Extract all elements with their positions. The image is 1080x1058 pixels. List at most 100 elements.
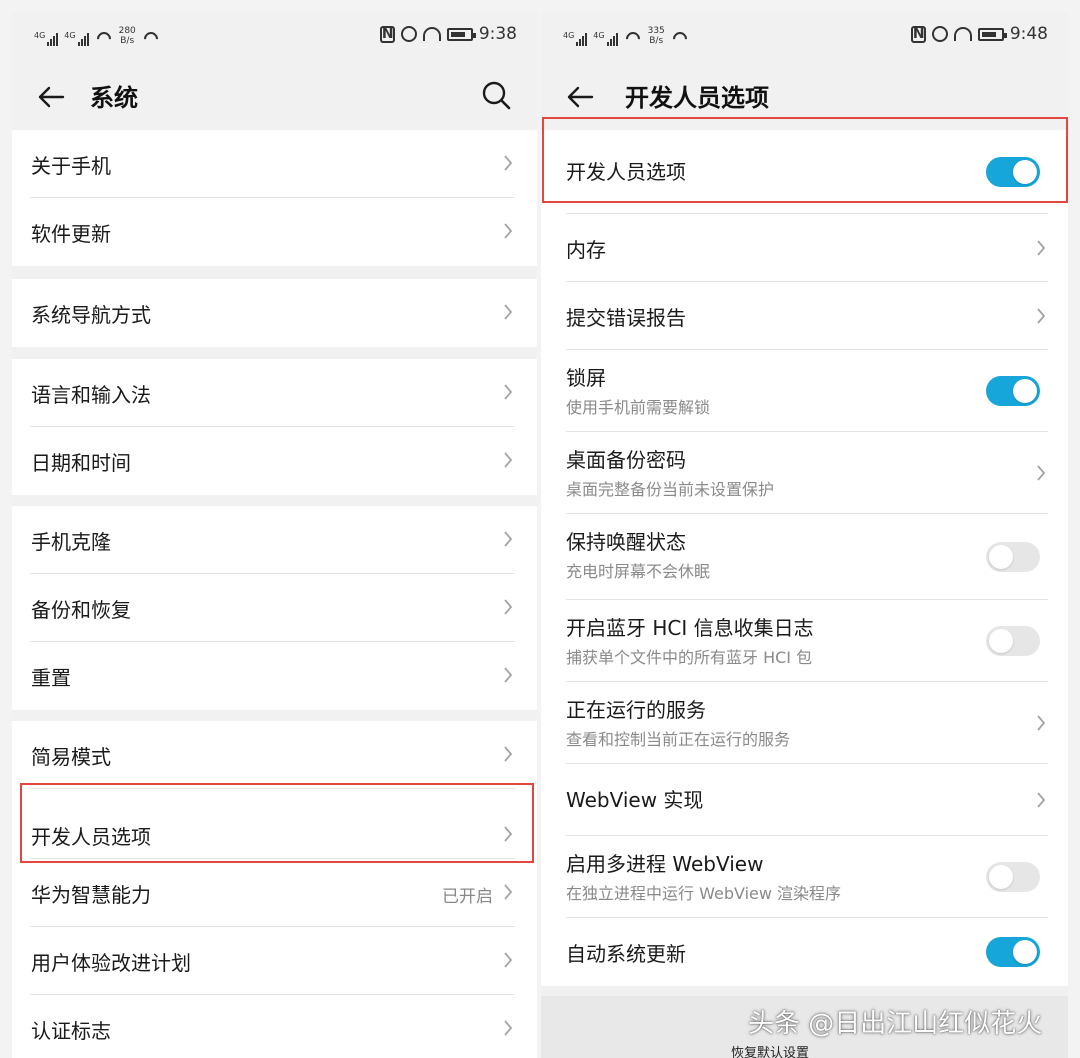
option-developer-options[interactable]: 开发人员选项 xyxy=(566,130,1048,214)
hotspot-icon xyxy=(622,29,643,49)
settings-item-label: 备份和恢复 xyxy=(31,598,131,622)
status-bar: 4G 4G 280 B/s N 9:38 xyxy=(12,12,537,60)
settings-group: 手机克隆 备份和恢复 重置 xyxy=(12,506,537,710)
settings-item-navigation[interactable]: 系统导航方式 xyxy=(30,279,515,347)
developer-options-list: 开发人员选项 内存 提交错误报告 锁屏使用手机前需要解锁 桌面备份密码桌面完整备… xyxy=(541,130,1068,986)
settings-item-phone-clone[interactable]: 手机克隆 xyxy=(30,506,515,574)
option-description: 在独立进程中运行 WebView 渲染程序 xyxy=(566,884,842,903)
option-bluetooth-hci-log[interactable]: 开启蓝牙 HCI 信息收集日志捕获单个文件中的所有蓝牙 HCI 包 xyxy=(566,600,1048,682)
signal-icon: 4G xyxy=(563,32,588,46)
option-stay-awake[interactable]: 保持唤醒状态充电时屏幕不会休眠 xyxy=(566,514,1048,600)
settings-item-label: 日期和时间 xyxy=(31,451,131,475)
chevron-right-icon xyxy=(504,1020,513,1036)
alarm-icon xyxy=(400,26,417,42)
watermark-text: 头条 @日出江山红似花火 xyxy=(748,1009,1043,1039)
option-label: 正在运行的服务 xyxy=(566,698,706,722)
settings-item-label: 认证标志 xyxy=(31,1019,111,1043)
nfc-icon: N xyxy=(379,25,395,43)
toggle-switch[interactable] xyxy=(986,937,1040,967)
wifi-icon xyxy=(140,29,161,49)
chevron-right-icon xyxy=(1037,714,1046,731)
option-label: 锁屏 xyxy=(566,366,606,390)
settings-item-label: 简易模式 xyxy=(31,745,111,769)
search-icon[interactable] xyxy=(481,80,511,110)
nfc-icon: N xyxy=(910,25,926,43)
settings-item-developer-options[interactable]: 开发人员选项 xyxy=(30,789,515,859)
battery-icon xyxy=(977,27,1007,41)
option-multiprocess-webview[interactable]: 启用多进程 WebView 在独立进程中运行 WebView 渲染程序 xyxy=(566,836,1048,918)
chevron-right-icon xyxy=(1037,791,1046,808)
status-bar: 4G 4G 335 B/s N 9:48 xyxy=(541,12,1068,60)
data-saver-icon xyxy=(422,27,441,41)
settings-item-backup-restore[interactable]: 备份和恢复 xyxy=(30,574,515,642)
option-label: 启用多进程 WebView xyxy=(566,852,764,876)
option-memory[interactable]: 内存 xyxy=(566,214,1048,282)
settings-item-huawei-ai[interactable]: 华为智慧能力 已开启 xyxy=(30,859,515,927)
settings-item-label: 华为智慧能力 xyxy=(31,883,151,907)
toggle-switch[interactable] xyxy=(986,541,1040,572)
signal-icon: 4G xyxy=(593,32,618,46)
page-title: 开发人员选项 xyxy=(625,84,769,112)
data-saver-icon xyxy=(953,27,972,41)
chevron-right-icon xyxy=(1037,307,1046,324)
settings-item-simple-mode[interactable]: 简易模式 xyxy=(30,721,515,789)
chevron-right-icon xyxy=(1037,464,1046,481)
option-bug-report[interactable]: 提交错误报告 xyxy=(566,282,1048,350)
option-label: 开启蓝牙 HCI 信息收集日志 xyxy=(566,616,814,640)
settings-item-date-time[interactable]: 日期和时间 xyxy=(30,427,515,495)
chevron-right-icon xyxy=(504,452,513,468)
settings-item-label: 开发人员选项 xyxy=(31,825,151,849)
settings-item-label: 关于手机 xyxy=(31,154,111,178)
chevron-right-icon xyxy=(1037,239,1046,256)
restore-defaults-button[interactable]: 恢复默认设置 xyxy=(731,1042,809,1058)
settings-item-label: 重置 xyxy=(31,666,71,690)
signal-icon: 4G xyxy=(64,32,89,46)
status-time: 9:38 xyxy=(478,24,517,44)
signal-icon: 4G xyxy=(34,32,59,46)
option-webview-implementation[interactable]: WebView 实现 xyxy=(566,764,1048,836)
network-speed: 335 B/s xyxy=(647,26,665,46)
option-description: 桌面完整备份当前未设置保护 xyxy=(566,480,775,499)
settings-item-software-update[interactable]: 软件更新 xyxy=(30,198,515,266)
settings-item-label: 软件更新 xyxy=(31,222,111,246)
option-description: 查看和控制当前正在运行的服务 xyxy=(566,730,791,749)
back-arrow-icon[interactable] xyxy=(565,82,595,112)
option-auto-system-update[interactable]: 自动系统更新 xyxy=(566,918,1048,986)
chevron-right-icon xyxy=(504,223,513,239)
settings-item-ux-improvement[interactable]: 用户体验改进计划 xyxy=(30,927,515,995)
settings-item-label: 语言和输入法 xyxy=(31,383,151,407)
option-label: 提交错误报告 xyxy=(566,306,686,330)
option-running-services[interactable]: 正在运行的服务查看和控制当前正在运行的服务 xyxy=(566,682,1048,764)
system-settings-screen: 4G 4G 280 B/s N 9:38 系统 关于手机 软件更新 系统导航方式… xyxy=(12,12,537,1058)
screenshot-stage: 4G 4G 280 B/s N 9:38 系统 关于手机 软件更新 系统导航方式… xyxy=(0,0,1080,1058)
option-description: 充电时屏幕不会休眠 xyxy=(566,562,711,581)
settings-item-reset[interactable]: 重置 xyxy=(30,642,515,710)
settings-item-label: 手机克隆 xyxy=(31,530,111,554)
back-arrow-icon[interactable] xyxy=(36,82,66,112)
developer-options-screen: 4G 4G 335 B/s N 9:48 开发人员选项 开发人员选项 内存 提交错… xyxy=(541,12,1068,1058)
settings-item-language-input[interactable]: 语言和输入法 xyxy=(30,359,515,427)
chevron-right-icon xyxy=(504,746,513,762)
hotspot-icon xyxy=(93,29,114,49)
chevron-right-icon xyxy=(504,884,513,900)
toggle-switch[interactable] xyxy=(986,861,1040,892)
settings-group: 语言和输入法 日期和时间 xyxy=(12,359,537,495)
chevron-right-icon xyxy=(504,531,513,547)
option-lock-screen[interactable]: 锁屏使用手机前需要解锁 xyxy=(566,350,1048,432)
option-description: 捕获单个文件中的所有蓝牙 HCI 包 xyxy=(566,648,813,667)
settings-item-label: 用户体验改进计划 xyxy=(31,951,191,975)
network-speed: 280 B/s xyxy=(118,26,136,46)
toggle-switch[interactable] xyxy=(986,625,1040,656)
alarm-icon xyxy=(931,26,948,42)
option-desktop-backup-password[interactable]: 桌面备份密码桌面完整备份当前未设置保护 xyxy=(566,432,1048,514)
chevron-right-icon xyxy=(504,304,513,320)
settings-item-certification[interactable]: 认证标志 xyxy=(30,995,515,1058)
toggle-switch[interactable] xyxy=(986,156,1040,187)
settings-item-about-phone[interactable]: 关于手机 xyxy=(30,130,515,198)
option-description: 使用手机前需要解锁 xyxy=(566,398,711,417)
option-label: 开发人员选项 xyxy=(566,160,686,184)
option-label: 桌面备份密码 xyxy=(566,448,686,472)
toggle-switch[interactable] xyxy=(986,375,1040,406)
option-label: 保持唤醒状态 xyxy=(566,530,686,554)
chevron-right-icon xyxy=(504,155,513,171)
